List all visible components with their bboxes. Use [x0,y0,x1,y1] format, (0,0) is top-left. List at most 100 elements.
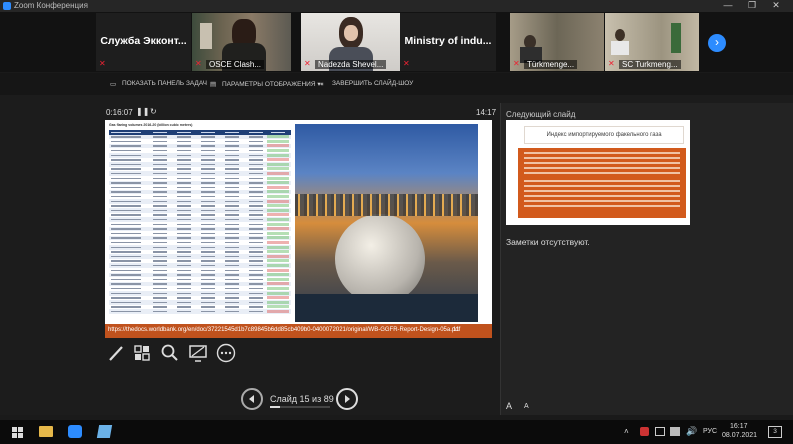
table-cell [267,286,289,290]
participant-tile[interactable]: ✕ OSCE Clash... [192,13,291,71]
table-cell [111,145,141,147]
slide-page-number: 11 [453,327,460,333]
next-slide-preview[interactable]: Индекс импортируемого факельного газа [506,120,690,225]
table-cell [267,135,289,139]
battery-tray-icon[interactable] [670,427,680,436]
pen-icon[interactable] [105,342,127,364]
display-settings-button[interactable]: ПАРАМЕТРЫ ОТОБРАЖЕНИЯ ▾ [222,80,321,88]
table-cell [153,159,167,161]
previous-slide-button[interactable] [241,388,263,410]
participant-tile[interactable]: Служба Экконт... ✕ [96,13,191,71]
table-cell [153,186,167,189]
zoom-app-icon[interactable] [68,425,82,438]
participant-tile[interactable]: ✕ Türkmenge... [510,13,604,71]
restore-button[interactable]: ❐ [742,0,762,12]
notepad-icon[interactable] [96,425,113,438]
reset-timer-icon[interactable]: ↻ [150,107,157,116]
slide-link[interactable]: https://thedocs.worldbank.org/en/doc/372… [108,327,460,333]
table-cell [153,306,167,308]
table-cell [153,283,167,285]
muted-mic-icon: ✕ [304,59,311,68]
table-cell [177,232,191,235]
table-cell [201,287,215,290]
see-all-slides-icon[interactable] [131,342,153,364]
table-cell [111,241,141,244]
table-cell [225,283,239,285]
table-cell [225,297,239,299]
table-cell [201,195,215,198]
table-cell [225,205,239,207]
table-title: Gas flaring volumes 2016-20 (billion cub… [109,123,193,127]
table-cell [153,278,167,281]
table-cell [153,182,167,184]
language-indicator[interactable]: РУС [703,428,717,435]
table-cell [111,251,141,253]
table-cell [153,154,167,157]
table-cell [111,159,141,161]
table-cell [267,171,289,175]
table-cell [249,191,263,193]
table-cell [249,301,263,304]
show-taskbar-button[interactable]: ПОКАЗАТЬ ПАНЕЛЬ ЗАДАЧ [122,80,207,87]
table-cell [153,274,167,276]
table-cell [111,292,141,295]
table-cell [267,148,289,152]
table-cell [177,140,191,143]
pause-icon[interactable]: ❚❚ [136,107,149,116]
black-screen-icon[interactable] [187,342,209,364]
spherical-tank [335,214,425,304]
more-options-icon[interactable] [215,342,237,364]
slide-counter: Слайд 15 из 89 [270,394,334,404]
file-explorer-icon[interactable] [39,426,53,437]
tray-chevron-icon[interactable]: ˄ [624,427,629,436]
table-cell [201,200,215,203]
taskbar-time[interactable]: 16:17 [730,423,748,430]
table-cell [177,145,191,147]
table-cell [111,274,141,276]
table-cell [153,246,167,249]
table-cell [267,199,289,203]
volume-icon[interactable]: 🔊 [686,426,697,437]
antivirus-tray-icon[interactable] [640,427,649,436]
participant-tile[interactable]: ✕ SC Turkmeng... [605,13,699,71]
slide-link-bar[interactable]: https://thedocs.worldbank.org/en/doc/372… [105,324,492,338]
table-cell [201,223,215,226]
next-slide-button[interactable] [336,388,358,410]
notifications-button[interactable]: 3 [768,426,782,438]
table-cell [249,310,263,313]
table-cell [177,241,191,244]
table-cell [177,154,191,157]
increase-font-button[interactable]: A [506,401,512,411]
table-cell [225,237,239,239]
decrease-font-button[interactable]: A [524,403,529,410]
table-cell [201,218,215,221]
participant-tile[interactable]: Ministry of indu... ✕ [400,13,496,71]
table-cell [267,144,289,148]
table-cell [201,278,215,281]
next-page-arrow-icon[interactable]: › [708,34,726,52]
table-cell [177,278,191,281]
table-cell [177,209,191,212]
windows-start-icon[interactable] [12,427,23,438]
table-cell [201,205,215,207]
taskbar-date[interactable]: 08.07.2021 [722,432,757,439]
participant-tile[interactable]: ✕ Nadezda Shevel... [301,13,400,71]
table-cell [249,292,263,295]
slide-progress [270,406,330,408]
minimize-button[interactable]: — [718,0,738,12]
table-cell [111,172,141,175]
table-cell [249,232,263,235]
table-cell [225,269,239,272]
network-tray-icon[interactable] [655,427,665,436]
table-cell [111,163,141,166]
zoom-magnifier-icon[interactable] [158,342,180,364]
table-cell [111,264,141,267]
table-cell [111,177,141,180]
end-slideshow-button[interactable]: ЗАВЕРШИТЬ СЛАЙД-ШОУ [332,80,413,87]
table-cell [111,218,141,221]
close-button[interactable]: ✕ [766,0,786,12]
participant-name: SC Turkmeng... [619,60,681,69]
table-cell [225,260,239,262]
table-cell [267,158,289,162]
window-title: Zoom Конференция [14,1,88,10]
